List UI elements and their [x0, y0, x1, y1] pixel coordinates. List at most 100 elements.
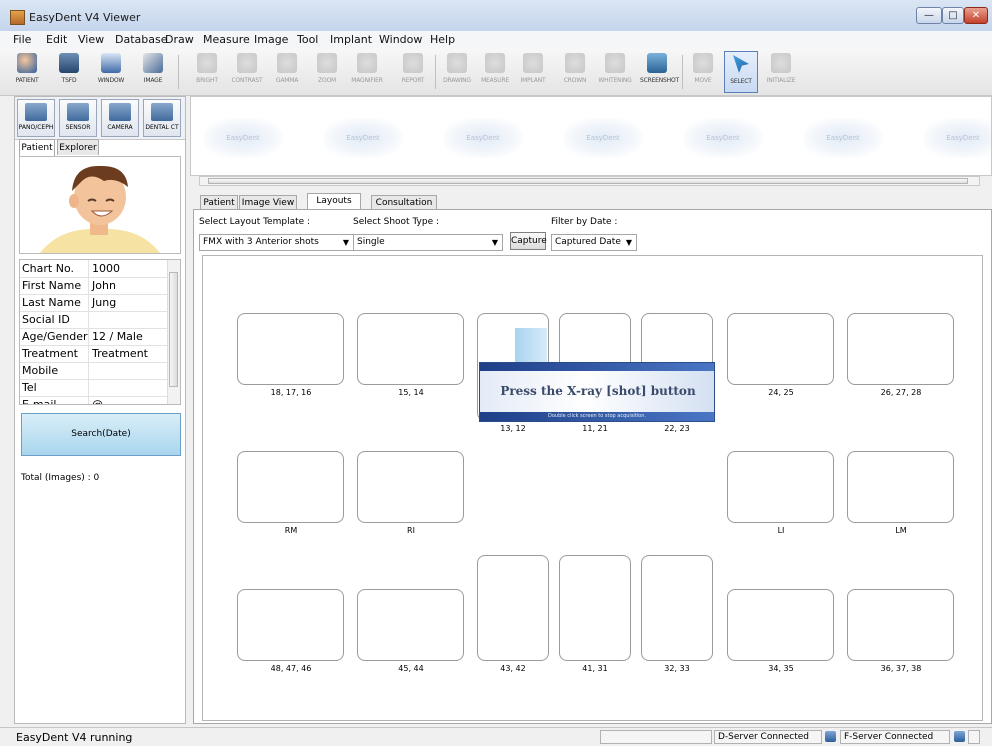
prompt-top-bar	[480, 363, 714, 371]
tab-consultation[interactable]: Consultation	[371, 195, 437, 209]
thumbnail-placeholder[interactable]: EasyDent	[803, 118, 883, 158]
menu-file[interactable]: File	[13, 33, 31, 46]
tab-image-view[interactable]: Image View	[239, 195, 297, 209]
d-server-status: D-Server Connected	[714, 730, 822, 744]
implant-tool-button[interactable]: IMPLANT	[516, 51, 550, 93]
shoot-type-select[interactable]: Single ▼	[353, 234, 503, 251]
measure-icon	[485, 53, 505, 73]
dental-ct-button[interactable]: DENTAL CT	[143, 99, 181, 137]
info-scrollbar[interactable]	[167, 260, 180, 404]
menu-image[interactable]: Image	[254, 33, 288, 46]
info-row-mobile: Mobile	[20, 362, 168, 380]
xray-slot[interactable]	[847, 313, 954, 385]
tab-explorer[interactable]: Explorer	[57, 139, 99, 155]
xray-slot[interactable]	[727, 451, 834, 523]
drawing-icon	[447, 53, 467, 73]
xray-slot[interactable]	[357, 451, 464, 523]
total-images-count: Total (Images) : 0	[21, 473, 100, 483]
maximize-button[interactable]: □	[942, 7, 964, 24]
bright-tool-button[interactable]: BRIGHT	[190, 51, 224, 93]
report-tool-button[interactable]: REPORT	[396, 51, 430, 93]
menu-help[interactable]: Help	[430, 33, 455, 46]
thumbnail-placeholder[interactable]: EasyDent	[323, 118, 403, 158]
thumbnail-scrollbar[interactable]	[199, 176, 980, 186]
tsfd-tool-button[interactable]: TSFD	[52, 51, 86, 93]
toolbar-divider	[435, 55, 436, 89]
contrast-tool-button[interactable]: CONTRAST	[230, 51, 264, 93]
status-text: EasyDent V4 running	[16, 731, 133, 744]
xray-slot[interactable]	[559, 555, 631, 661]
menu-draw[interactable]: Draw	[165, 33, 194, 46]
tab-patient-info[interactable]: Patient	[200, 195, 238, 209]
slot-label: LM	[895, 526, 907, 535]
slot-label: 26, 27, 28	[880, 388, 922, 397]
select-tool-button[interactable]: SELECT	[724, 51, 758, 93]
tab-layouts[interactable]: Layouts	[307, 193, 361, 210]
crown-tool-button[interactable]: CROWN	[558, 51, 592, 93]
magnifier-tool-button[interactable]: MAGNIFIER	[350, 51, 384, 93]
thumbnail-placeholder[interactable]: EasyDent	[683, 118, 763, 158]
menu-database[interactable]: Database	[115, 33, 168, 46]
info-row-chart-no: Chart No. 1000	[20, 260, 168, 278]
window-title: EasyDent V4 Viewer	[29, 11, 141, 24]
slot-label: 18, 17, 16	[270, 388, 312, 397]
info-row-last-name: Last Name Jung	[20, 294, 168, 312]
network-icon	[825, 731, 836, 742]
xray-slot[interactable]	[477, 555, 549, 661]
info-scrollbar-thumb[interactable]	[169, 272, 178, 387]
thumbnail-placeholder[interactable]: EasyDent	[563, 118, 643, 158]
xray-slot[interactable]	[237, 313, 344, 385]
sensor-button[interactable]: SENSOR	[59, 99, 97, 137]
xray-slot[interactable]	[641, 555, 713, 661]
tab-patient[interactable]: Patient	[19, 139, 55, 156]
capture-button[interactable]: Capture	[510, 232, 547, 250]
screenshot-tool-button[interactable]: SCREENSHOT	[640, 51, 679, 93]
menu-view[interactable]: View	[78, 33, 104, 46]
drawing-tool-button[interactable]: DRAWING	[440, 51, 474, 93]
dropdown-arrow-icon: ▼	[491, 238, 498, 247]
xray-slot[interactable]	[237, 451, 344, 523]
crown-icon	[565, 53, 585, 73]
camera-button[interactable]: CAMERA	[101, 99, 139, 137]
patient-tool-button[interactable]: PATIENT	[10, 51, 44, 93]
slot-label: 24, 25	[768, 388, 794, 397]
thumbnail-placeholder[interactable]: EasyDent	[443, 118, 523, 158]
thumbnail-scrollbar-thumb[interactable]	[208, 178, 968, 184]
menu-implant[interactable]: Implant	[330, 33, 372, 46]
gamma-tool-button[interactable]: GAMMA	[270, 51, 304, 93]
whitening-tool-button[interactable]: WHITENING	[598, 51, 632, 93]
sensor-icon	[67, 103, 89, 121]
window-tool-button[interactable]: WINDOW	[94, 51, 128, 93]
zoom-tool-button[interactable]: ZOOM	[310, 51, 344, 93]
xray-slot[interactable]	[727, 313, 834, 385]
menu-window[interactable]: Window	[379, 33, 422, 46]
xray-slot[interactable]	[357, 313, 464, 385]
xray-slot[interactable]	[357, 589, 464, 661]
thumbnail-placeholder[interactable]: EasyDent	[203, 118, 283, 158]
slot-label: 22, 23	[664, 424, 690, 433]
left-panel: PANO/CEPH SENSOR CAMERA DENTAL CT Patien…	[14, 96, 186, 724]
xray-slot[interactable]	[727, 589, 834, 661]
xray-slot[interactable]	[847, 589, 954, 661]
menu-edit[interactable]: Edit	[46, 33, 67, 46]
move-icon	[693, 53, 713, 73]
filter-date-select[interactable]: Captured Date ▼	[551, 234, 637, 251]
slot-label: RM	[284, 526, 298, 535]
initialize-tool-button[interactable]: INITIALIZE	[764, 51, 798, 93]
thumbnail-placeholder[interactable]: EasyDent	[923, 118, 991, 158]
move-tool-button[interactable]: MOVE	[686, 51, 720, 93]
image-tool-button[interactable]: IMAGE	[136, 51, 170, 93]
cursor-icon	[733, 55, 749, 73]
close-button[interactable]: ✕	[964, 7, 988, 24]
minimize-button[interactable]: —	[916, 7, 942, 24]
report-icon	[403, 53, 423, 73]
pano-ceph-button[interactable]: PANO/CEPH	[17, 99, 55, 137]
layout-template-select[interactable]: FMX with 3 Anterior shots ▼	[199, 234, 354, 251]
menu-measure[interactable]: Measure	[203, 33, 250, 46]
search-date-button[interactable]: Search(Date)	[21, 413, 181, 456]
zoom-icon	[317, 53, 337, 73]
xray-slot[interactable]	[237, 589, 344, 661]
xray-slot[interactable]	[847, 451, 954, 523]
menu-tool[interactable]: Tool	[297, 33, 318, 46]
measure-tool-button[interactable]: MEASURE	[478, 51, 512, 93]
